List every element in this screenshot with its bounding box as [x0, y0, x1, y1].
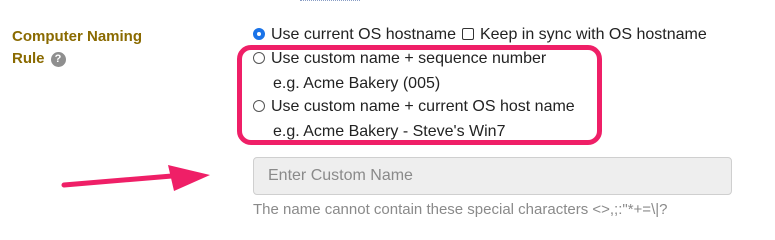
- top-divider: [300, 0, 360, 4]
- keep-in-sync-label[interactable]: Keep in sync with OS hostname: [480, 26, 707, 43]
- field-label-line1: Computer Naming: [12, 28, 143, 45]
- keep-in-sync-checkbox[interactable]: [461, 28, 474, 40]
- custom-name-input[interactable]: [253, 157, 732, 195]
- radio-os-hostname[interactable]: [253, 28, 265, 40]
- option-os-hostname-label[interactable]: Use current OS hostname: [271, 26, 456, 43]
- question-circle-icon[interactable]: ?: [50, 52, 66, 67]
- field-label-line2-wrap: Rule?: [12, 48, 212, 70]
- option-os-hostname-row: Use current OS hostname Keep in sync with…: [253, 25, 707, 45]
- arrow-right-icon: [61, 165, 210, 191]
- field-label: Computer Naming Rule?: [12, 26, 212, 70]
- annotation-highlight-box: [237, 45, 602, 145]
- field-label-line2: Rule: [12, 50, 45, 67]
- custom-name-hint: The name cannot contain these special ch…: [253, 201, 668, 218]
